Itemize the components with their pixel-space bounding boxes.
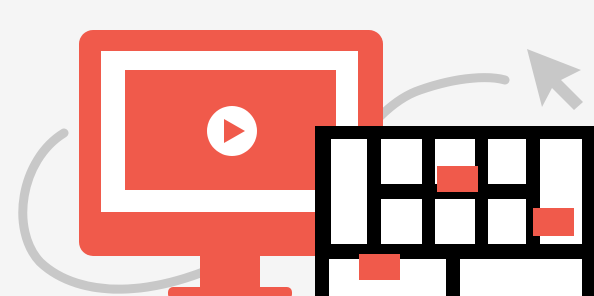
monitor-keyboard-illustration [18, 30, 594, 296]
keyboard-key [460, 259, 582, 296]
keyboard-key-highlight [359, 254, 400, 280]
illustration-scene [0, 0, 594, 296]
keyboard-icon [315, 126, 594, 296]
keyboard-key [488, 139, 526, 184]
keyboard-key [488, 199, 526, 244]
arrow-cursor-icon [527, 49, 583, 110]
keyboard-key-highlight [437, 166, 478, 192]
keyboard-key [381, 139, 422, 184]
play-circle-icon [207, 106, 257, 156]
keyboard-key [435, 199, 475, 244]
keyboard-key [331, 139, 367, 244]
keyboard-key-highlight [533, 208, 574, 236]
keyboard-key [381, 199, 422, 244]
